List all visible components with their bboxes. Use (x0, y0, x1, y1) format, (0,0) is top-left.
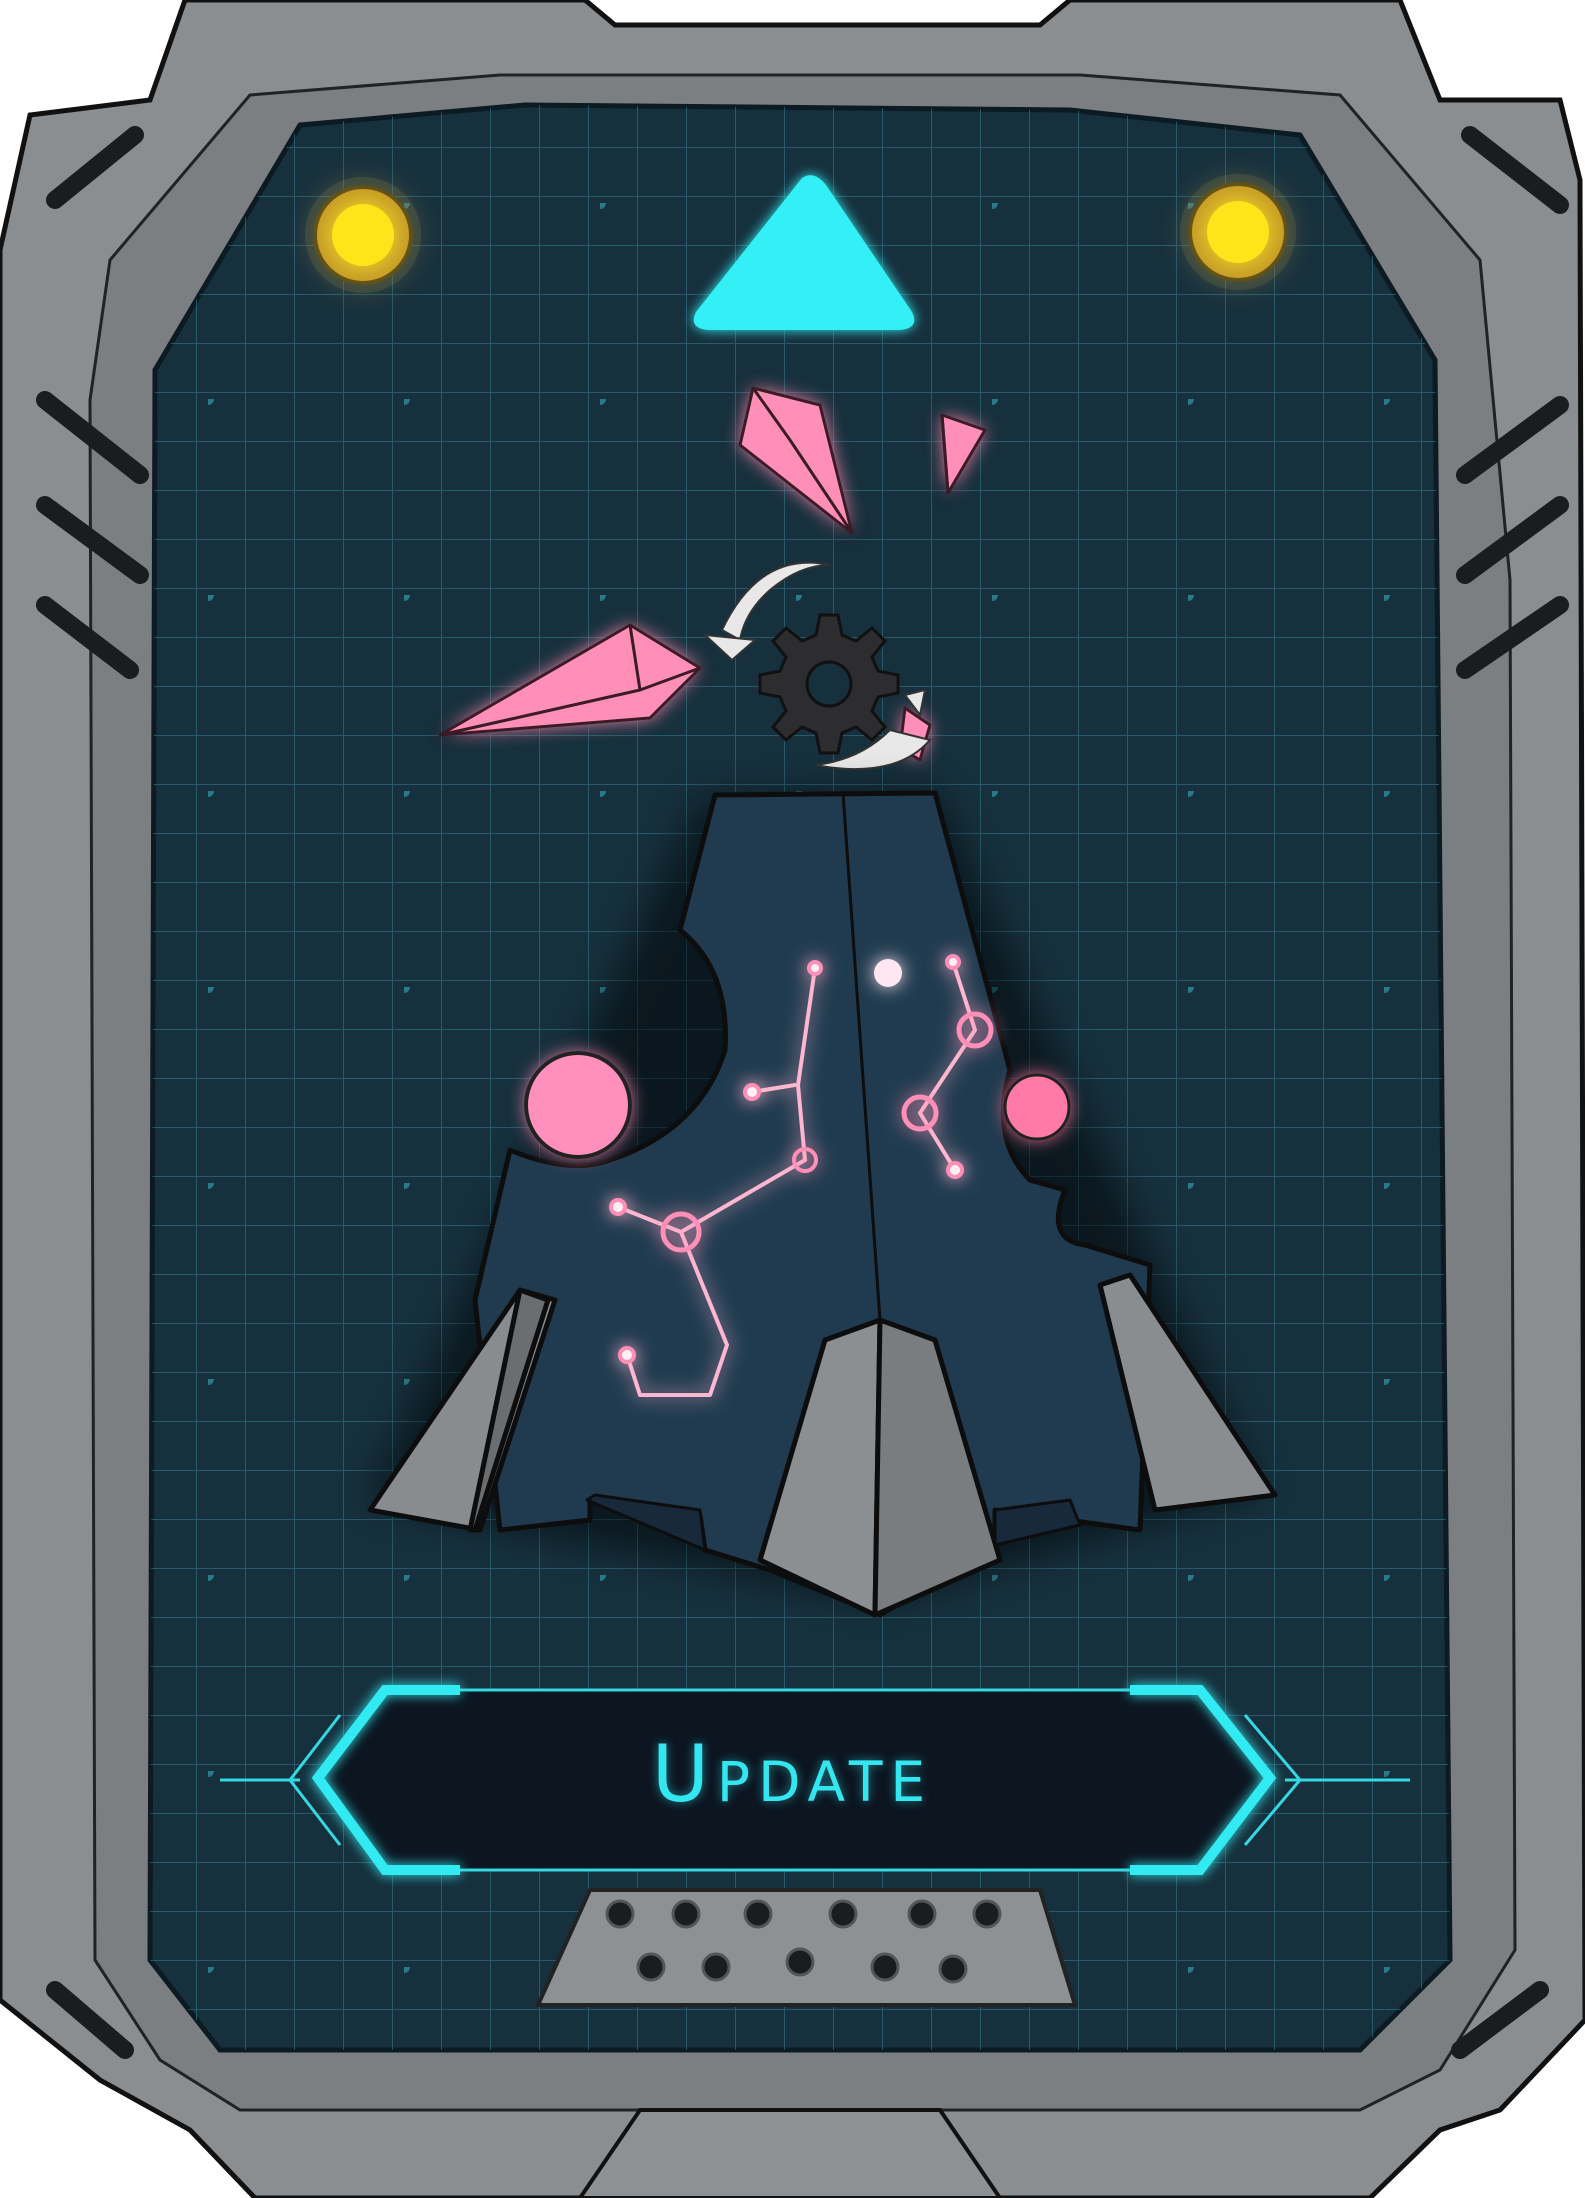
update-card[interactable]: Update (0, 0, 1585, 2198)
gear-icon (758, 613, 900, 755)
action-label-box[interactable]: Update (330, 1700, 1255, 1850)
vent-plate (534, 1888, 1078, 2007)
update-label: Update (651, 1730, 934, 1820)
